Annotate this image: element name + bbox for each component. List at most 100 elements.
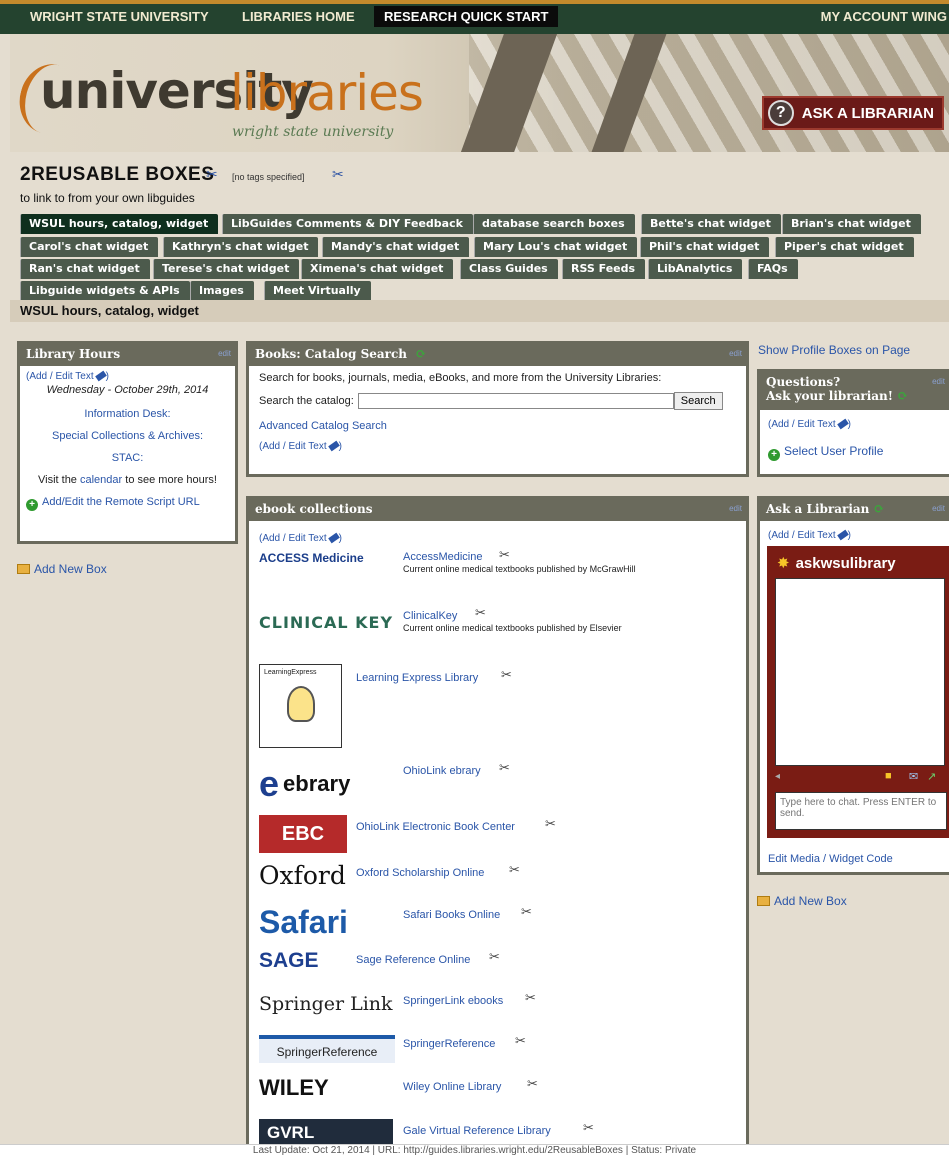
ask-edit-link[interactable]: edit <box>932 504 945 513</box>
wiley-link[interactable]: Wiley Online Library <box>403 1081 501 1093</box>
refresh-icon[interactable]: ⟳ <box>415 347 426 362</box>
tab-tereses-chat-widget[interactable]: Terese's chat widget <box>153 259 300 279</box>
left-add-new-box[interactable]: Add New Box <box>17 562 107 576</box>
tab-libguide-widgets-apis[interactable]: Libguide widgets & APIs <box>20 281 190 301</box>
calendar-link[interactable]: calendar <box>80 474 122 486</box>
add-edit-text-link[interactable]: (Add / Edit Text <box>26 371 94 382</box>
oxford-logo[interactable]: Oxford <box>259 861 349 895</box>
remote-script-link[interactable]: Add/Edit the Remote Script URL <box>42 496 200 508</box>
ask-a-librarian-button[interactable]: ? ASK A LIBRARIAN <box>761 96 944 130</box>
tab-brians-chat-widget[interactable]: Brian's chat widget <box>782 214 921 234</box>
tab-wsul-hours[interactable]: WSUL hours, catalog, widget <box>20 214 219 234</box>
sage-link[interactable]: Sage Reference Online <box>356 954 470 966</box>
sage-logo[interactable]: SAGE <box>259 949 349 979</box>
questions-add-edit-text[interactable]: (Add / Edit Text <box>768 419 836 430</box>
questions-edit-link[interactable]: edit <box>932 377 945 386</box>
ebc-link[interactable]: OhioLink Electronic Book Center <box>356 821 515 833</box>
tools-icon[interactable]: ✂ <box>499 547 510 563</box>
ebc-logo[interactable]: EBC <box>259 815 347 853</box>
tab-rss-feeds[interactable]: RSS Feeds <box>562 259 646 279</box>
tab-pipers-chat-widget[interactable]: Piper's chat widget <box>775 237 914 257</box>
tab-bettes-chat-widget[interactable]: Bette's chat widget <box>641 214 781 234</box>
catalog-add-edit-text[interactable]: (Add / Edit Text <box>259 441 327 452</box>
ohiolink-ebrary-link[interactable]: OhioLink ebrary <box>403 765 481 777</box>
right-add-new-box-label[interactable]: Add New Box <box>774 894 847 908</box>
email-icon[interactable]: ✉ <box>909 770 918 783</box>
tab-images[interactable]: Images <box>190 281 254 301</box>
ask-add-edit-text[interactable]: (Add / Edit Text <box>768 530 836 541</box>
safari-link[interactable]: Safari Books Online <box>403 909 500 921</box>
library-hours-edit-link[interactable]: edit <box>218 349 231 358</box>
tools-icon[interactable]: ✂ <box>509 862 520 878</box>
tab-kathryns-chat-widget[interactable]: Kathryn's chat widget <box>163 237 319 257</box>
catalog-edit-link[interactable]: edit <box>729 349 742 358</box>
question-icon: ? <box>767 100 794 126</box>
wiley-logo[interactable]: WILEY <box>259 1075 393 1109</box>
safari-logo[interactable]: Safari <box>259 904 393 942</box>
tools-icon[interactable]: ✂ <box>515 1033 526 1049</box>
oxford-link[interactable]: Oxford Scholarship Online <box>356 867 484 879</box>
tab-mandys-chat-widget[interactable]: Mandy's chat widget <box>322 237 470 257</box>
tab-rans-chat-widget[interactable]: Ran's chat widget <box>20 259 150 279</box>
tab-phils-chat-widget[interactable]: Phil's chat widget <box>640 237 770 257</box>
tab-libguides-comments[interactable]: LibGuides Comments & DIY Feedback <box>222 214 473 234</box>
ebook-edit-link[interactable]: edit <box>729 504 742 513</box>
edit-tags-icon[interactable]: ✂ <box>332 166 344 183</box>
print-icon[interactable]: ■ <box>885 770 892 782</box>
tab-carols-chat-widget[interactable]: Carol's chat widget <box>20 237 159 257</box>
edit-media-widget-link[interactable]: Edit Media / Widget Code <box>768 853 893 865</box>
tab-class-guides[interactable]: Class Guides <box>460 259 558 279</box>
learning-express-link[interactable]: Learning Express Library <box>356 672 478 684</box>
left-add-new-box-label[interactable]: Add New Box <box>34 562 107 576</box>
catalog-search-button[interactable]: Search <box>673 392 723 410</box>
advanced-catalog-search-link[interactable]: Advanced Catalog Search <box>259 420 387 432</box>
tab-meet-virtually[interactable]: Meet Virtually <box>264 281 371 301</box>
refresh-icon[interactable]: ⟳ <box>897 389 908 404</box>
special-collections-link[interactable]: Special Collections & Archives: <box>52 430 203 442</box>
tools-icon[interactable]: ✂ <box>525 990 536 1006</box>
tools-icon[interactable]: ✂ <box>499 760 510 776</box>
refresh-icon[interactable]: ⟳ <box>873 502 884 517</box>
nav-wright-state-university[interactable]: WRIGHT STATE UNIVERSITY <box>30 9 209 24</box>
tools-icon[interactable]: ✂ <box>501 667 512 683</box>
nav-research-quick-start[interactable]: RESEARCH QUICK START <box>374 6 559 27</box>
nav-libraries-home[interactable]: LIBRARIES HOME <box>242 9 355 24</box>
sound-icon[interactable]: ◂ <box>775 771 780 782</box>
gvrl-link[interactable]: Gale Virtual Reference Library <box>403 1125 551 1137</box>
logo-libraries[interactable]: libraries <box>230 64 424 122</box>
tools-icon[interactable]: ✂ <box>475 605 486 621</box>
stac-link[interactable]: STAC: <box>112 452 144 464</box>
select-user-profile-link[interactable]: Select User Profile <box>784 444 883 458</box>
tools-icon[interactable]: ✂ <box>545 816 556 832</box>
springerlink-link[interactable]: SpringerLink ebooks <box>403 995 503 1007</box>
tab-libanalytics[interactable]: LibAnalytics <box>648 259 743 279</box>
right-add-new-box[interactable]: Add New Box <box>757 894 847 908</box>
clinicalkey-logo[interactable]: CLINICAL KEY <box>259 605 395 639</box>
accessmedicine-link[interactable]: AccessMedicine <box>403 551 482 563</box>
information-desk-link[interactable]: Information Desk: <box>84 408 170 420</box>
clinicalkey-link[interactable]: ClinicalKey <box>403 610 457 622</box>
ebook-add-edit-text[interactable]: (Add / Edit Text <box>259 533 327 544</box>
show-profile-boxes-link[interactable]: Show Profile Boxes on Page <box>758 343 910 357</box>
chat-message-input[interactable] <box>775 792 947 830</box>
chat-transcript[interactable] <box>775 578 945 766</box>
springerreference-logo[interactable]: SpringerReference <box>259 1035 395 1063</box>
tab-database-search-boxes[interactable]: database search boxes <box>473 214 635 234</box>
catalog-search-input[interactable] <box>357 393 674 409</box>
tools-icon[interactable]: ✂ <box>489 949 500 965</box>
ebrary-logo[interactable]: e ebrary <box>259 763 393 804</box>
catalog-search-box: Books: Catalog Search ⟳ edit Search for … <box>246 341 749 477</box>
accessmedicine-logo[interactable]: ACCESS Medicine <box>259 551 399 581</box>
tab-ximenas-chat-widget[interactable]: Ximena's chat widget <box>301 259 454 279</box>
tools-icon[interactable]: ✂ <box>583 1120 594 1136</box>
nav-my-account[interactable]: MY ACCOUNT WING <box>821 9 947 24</box>
tools-icon[interactable]: ✂ <box>527 1076 538 1092</box>
learning-express-logo[interactable]: LearningExpress <box>259 664 342 748</box>
springerreference-link[interactable]: SpringerReference <box>403 1038 495 1050</box>
springerlink-logo[interactable]: Springer Link <box>259 993 395 1025</box>
tab-mary-lous-chat-widget[interactable]: Mary Lou's chat widget <box>474 237 638 257</box>
tools-icon[interactable]: ✂ <box>521 904 532 920</box>
popout-icon[interactable]: ↗ <box>927 770 936 783</box>
edit-title-icon[interactable]: ✂ <box>206 166 218 183</box>
tab-faqs[interactable]: FAQs <box>748 259 798 279</box>
